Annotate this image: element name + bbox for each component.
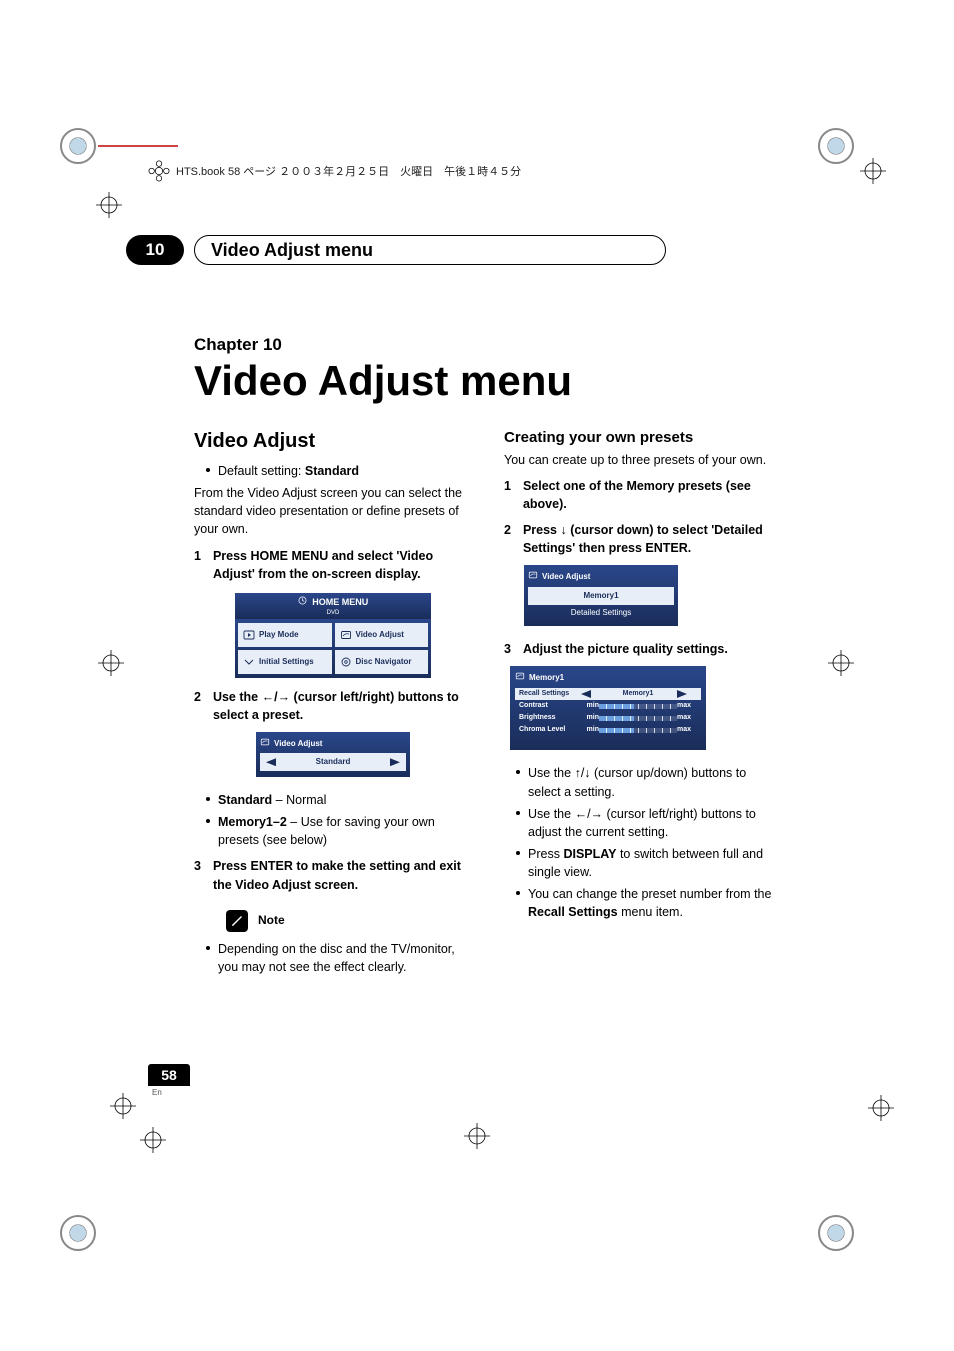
disc-navigator-icon	[340, 656, 352, 668]
arrow-left-icon	[581, 690, 591, 698]
arrow-left-icon: ←	[262, 690, 275, 704]
step-3: 3 Press ENTER to make the setting and ex…	[194, 857, 472, 893]
bullet-icon	[206, 819, 210, 823]
section-heading: Video Adjust	[194, 427, 472, 456]
video-adjust-icon	[260, 737, 270, 751]
va-memory-row: Memory1	[528, 587, 674, 605]
crop-mark	[140, 1127, 166, 1153]
page-badge: 58 En	[148, 1064, 190, 1099]
step-1: 1 Select one of the Memory presets (see …	[504, 477, 782, 513]
gauge-bar	[599, 716, 677, 721]
tip-cursor-leftright: Use the ←/→ (cursor left/right) buttons …	[528, 805, 782, 841]
arrow-right-icon: →	[278, 690, 291, 704]
bullet-icon	[516, 770, 520, 774]
option-memory: Memory1–2 – Use for saving your own pres…	[218, 813, 472, 849]
initial-settings-icon	[243, 656, 255, 668]
play-mode-icon	[243, 629, 255, 641]
video-adjust-memory-screenshot: Video Adjust Memory1 Detailed Settings	[524, 565, 678, 626]
page-language: En	[148, 1086, 190, 1099]
tip-recall: You can change the preset number from th…	[528, 885, 782, 921]
header-text: HTS.book 58 ページ ２００３年２月２５日 火曜日 午後１時４５分	[176, 163, 521, 179]
video-adjust-preset-screenshot: Video Adjust Standard	[256, 732, 410, 777]
chapter-number-badge: 10	[126, 235, 184, 265]
arrow-up-icon: ↑	[575, 766, 581, 780]
arrow-right-icon	[390, 758, 400, 766]
intro-paragraph: From the Video Adjust screen you can sel…	[194, 484, 472, 538]
step-2: 2 Press ↓ (cursor down) to select 'Detai…	[504, 521, 782, 557]
va-value-row: Standard	[260, 753, 406, 771]
crop-mark	[110, 1093, 136, 1119]
option-standard: Standard – Normal	[218, 791, 326, 809]
note-icon	[226, 910, 248, 932]
tip-display: Press DISPLAY to switch between full and…	[528, 845, 782, 881]
menu-cell-disc-navigator: Disc Navigator	[335, 650, 429, 674]
crop-mark	[828, 650, 854, 676]
bullet-icon	[516, 891, 520, 895]
step-2: 2 Use the ←/→ (cursor left/right) button…	[194, 688, 472, 724]
crop-mark	[96, 192, 122, 218]
arrow-right-icon: →	[591, 807, 604, 821]
page-number: 58	[148, 1064, 190, 1086]
default-setting-line: Default setting: Standard	[218, 462, 359, 480]
video-adjust-icon	[515, 671, 525, 685]
page-title: Video Adjust menu	[194, 357, 794, 405]
home-menu-screenshot: HOME MENU DVD Play Mode Video Adjust Ini…	[235, 593, 431, 678]
step-1: 1 Press HOME MENU and select 'Video Adju…	[194, 547, 472, 583]
intro-paragraph: You can create up to three presets of yo…	[504, 451, 782, 469]
registration-mark-bl	[60, 1215, 96, 1251]
menu-cell-play-mode: Play Mode	[238, 623, 332, 647]
note-label: Note	[258, 912, 285, 929]
left-column: Video Adjust Default setting: Standard F…	[194, 427, 472, 980]
chapter-title-pill: Video Adjust menu	[194, 235, 666, 265]
va-detailed-row: Detailed Settings	[528, 605, 674, 621]
bullet-icon	[516, 811, 520, 815]
recall-settings-row: Recall Settings Memory1	[515, 688, 701, 700]
step-3: 3 Adjust the picture quality settings.	[504, 640, 782, 658]
crop-mark	[868, 1095, 894, 1121]
note-header: Note	[226, 910, 472, 932]
arrow-left-icon: ←	[575, 807, 588, 821]
va-header: Video Adjust	[528, 568, 674, 587]
menu-cell-initial-settings: Initial Settings	[238, 650, 332, 674]
tip-cursor-updown: Use the ↑/↓ (cursor up/down) buttons to …	[528, 764, 782, 800]
clock-icon	[298, 596, 307, 609]
brightness-row: Brightness min max	[515, 712, 701, 724]
registration-mark-br	[818, 1215, 854, 1251]
gauge-bar	[599, 728, 677, 733]
note-text: Depending on the disc and the TV/monitor…	[218, 940, 472, 976]
va-header: Video Adjust	[260, 735, 406, 754]
chapter-title: Video Adjust menu	[211, 240, 373, 261]
bullet-icon	[206, 797, 210, 801]
gauge-bar	[599, 704, 677, 709]
bullet-icon	[516, 851, 520, 855]
chroma-level-row: Chroma Level min max	[515, 724, 701, 736]
crop-mark	[860, 158, 886, 184]
subsection-heading: Creating your own presets	[504, 427, 782, 449]
memory-settings-screenshot: Memory1 Recall Settings Memory1 Contrast…	[510, 666, 706, 750]
crop-mark	[464, 1123, 490, 1149]
bullet-icon	[206, 946, 210, 950]
crop-mark	[98, 650, 124, 676]
arrow-left-icon	[266, 758, 276, 766]
chapter-bar: 10 Video Adjust menu	[126, 235, 666, 265]
arrow-right-icon	[677, 690, 687, 698]
video-adjust-icon	[528, 570, 538, 584]
chapter-label: Chapter 10	[194, 335, 794, 355]
bullet-icon	[206, 468, 210, 472]
document-header: HTS.book 58 ページ ２００３年２月２５日 火曜日 午後１時４５分	[148, 160, 521, 182]
home-menu-header: HOME MENU DVD	[235, 593, 431, 619]
registration-mark-tr	[818, 128, 854, 164]
registration-mark-tl	[60, 128, 96, 164]
memory-header: Memory1	[515, 670, 701, 688]
menu-cell-video-adjust: Video Adjust	[335, 623, 429, 647]
video-adjust-icon	[340, 629, 352, 641]
contrast-row: Contrast min max	[515, 700, 701, 712]
right-column: Creating your own presets You can create…	[504, 427, 782, 980]
flower-icon	[148, 160, 170, 182]
